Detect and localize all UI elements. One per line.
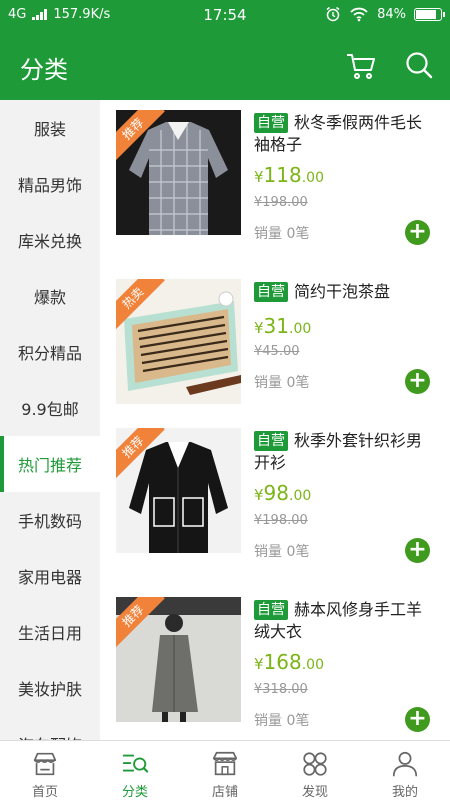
product-image[interactable]: 热卖 [116,279,241,404]
sidebar-item-recommended[interactable]: 热门推荐 [0,436,100,492]
tab-home[interactable]: 首页 [0,741,90,800]
sidebar-item-car-accessories[interactable]: 汽车配饰 [0,716,100,740]
sidebar-item-clothing[interactable]: 服装 [0,100,100,156]
sidebar-item-appliances[interactable]: 家用电器 [0,548,100,604]
tab-label: 首页 [31,785,58,800]
tab-shop[interactable]: 店铺 [180,741,270,800]
product-image[interactable]: 推荐 [116,428,241,553]
sidebar-item-free-shipping[interactable]: 9.9包邮 [0,380,100,436]
product-image[interactable]: 推荐 [116,110,241,235]
product-price: ¥98.00 [254,481,312,505]
sidebar-item-mens-accessories[interactable]: 精品男饰 [0,156,100,212]
original-price: ¥198.00 [254,513,308,528]
product-price: ¥168.00 [254,650,324,674]
category-icon [122,754,149,773]
discover-icon [303,752,327,776]
tab-label: 店铺 [211,785,238,800]
tab-label: 我的 [391,785,418,800]
sidebar-item-beauty[interactable]: 美妆护肤 [0,660,100,716]
list-item[interactable]: 推荐 自营 秋季外套针织衫男开衫 ¥98.00 ¥198.00 销量 0笔 + [100,418,450,586]
sales-count: 销量 0笔 [254,713,310,729]
add-to-cart-button[interactable]: + [405,220,430,245]
tab-profile[interactable]: 我的 [360,741,450,800]
tab-category[interactable]: 分类 [90,741,180,800]
original-price: ¥318.00 [254,682,308,697]
self-operated-tag: 自营 [254,431,288,451]
tab-discover[interactable]: 发现 [270,741,360,800]
sidebar-item-points-selection[interactable]: 积分精品 [0,324,100,380]
product-price: ¥118.00 [254,163,324,187]
status-bar: 4G 157.9K/s 17:54 84% [0,0,450,30]
self-operated-tag: 自营 [254,282,288,302]
product-name: 自营 秋季外套针织衫男开衫 [254,431,423,472]
page-title: 分类 [20,56,68,84]
home-store-icon [33,752,57,776]
list-item[interactable]: 推荐 自营 秋冬季假两件毛长袖格子 ¥118.00 ¥198.00 销量 0笔 + [100,100,450,268]
wifi-icon [350,7,368,22]
search-icon[interactable] [404,50,434,80]
product-price: ¥31.00 [254,314,312,338]
product-name: 自营 简约干泡茶盘 [254,281,434,303]
product-name: 自营 秋冬季假两件毛长袖格子 [254,113,423,154]
sales-count: 销量 0笔 [254,375,310,391]
alarm-icon [326,6,340,22]
self-operated-tag: 自营 [254,600,288,620]
tab-label: 分类 [121,785,148,800]
battery-icon [414,7,445,21]
sales-count: 销量 0笔 [254,544,310,560]
bottom-tab-bar: 首页 分类 店铺 发现 我的 [0,740,450,800]
app-bar: 分类 [0,30,450,100]
product-list: 推荐 自营 秋冬季假两件毛长袖格子 ¥118.00 ¥198.00 销量 0笔 +… [100,100,450,740]
category-sidebar: 服装 精品男饰 库米兑换 爆款 积分精品 9.9包邮 热门推荐 手机数码 家用电… [0,100,100,740]
sidebar-item-hot-items[interactable]: 爆款 [0,268,100,324]
sidebar-item-kumi-exchange[interactable]: 库米兑换 [0,212,100,268]
list-item[interactable]: 推荐 自营 赫本风修身手工羊绒大衣 ¥168.00 ¥318.00 销量 0笔 + [100,587,450,740]
sidebar-item-digital[interactable]: 手机数码 [0,492,100,548]
product-name: 自营 赫本风修身手工羊绒大衣 [254,600,423,641]
tab-label: 发现 [301,785,328,800]
original-price: ¥45.00 [254,344,300,359]
product-image[interactable]: 推荐 [116,597,241,722]
add-to-cart-button[interactable]: + [405,538,430,563]
battery-percent: 84% [377,6,406,22]
sales-count: 销量 0笔 [254,226,310,242]
add-to-cart-button[interactable]: + [405,707,430,732]
original-price: ¥198.00 [254,195,308,210]
profile-icon [392,751,418,777]
self-operated-tag: 自营 [254,113,288,133]
sidebar-item-daily-goods[interactable]: 生活日用 [0,604,100,660]
add-to-cart-button[interactable]: + [405,369,430,394]
shop-icon [212,751,238,776]
cart-icon[interactable] [346,52,376,80]
list-item[interactable]: 热卖 自营 简约干泡茶盘 ¥31.00 ¥45.00 销量 0笔 + [100,269,450,437]
